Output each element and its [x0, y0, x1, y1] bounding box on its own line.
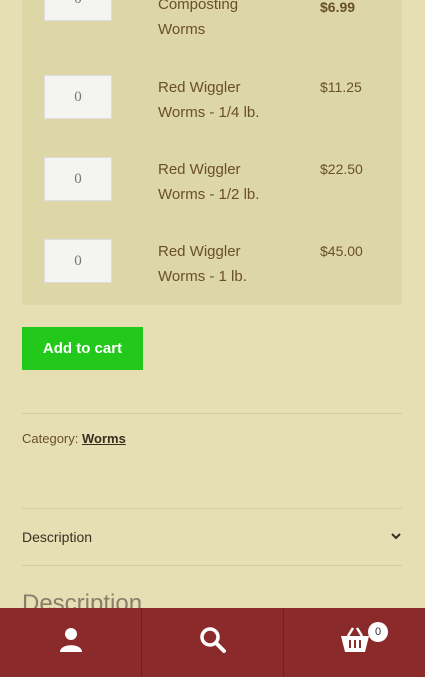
product-name[interactable]: Red Wiggler Worms - 1/2 lb. — [158, 157, 268, 207]
search-icon — [199, 626, 227, 659]
product-price: $22.50 — [320, 161, 363, 177]
category-link[interactable]: Worms — [82, 431, 126, 446]
product-name[interactable]: Red Wiggler Worms - 1/4 lb. — [158, 75, 268, 125]
product-price: $11.25 — [320, 79, 362, 95]
search-button[interactable] — [142, 608, 284, 677]
tab-label: Description — [22, 529, 93, 545]
divider — [22, 413, 402, 414]
basket-icon — [339, 626, 371, 659]
product-name[interactable]: Red Wiggler Worms - 1 lb. — [158, 239, 268, 289]
quantity-input[interactable]: 0 — [44, 0, 112, 21]
quantity-input[interactable]: 0 — [44, 239, 112, 283]
chevron-down-icon — [390, 529, 402, 545]
product-row: 0 Red Wiggler Worms - 1/4 lb. $11.25 — [22, 59, 402, 141]
product-row: 0 Red Wiggler Worms - 1 lb. $45.00 — [22, 223, 402, 305]
quantity-input[interactable]: 0 — [44, 157, 112, 201]
add-to-cart-button[interactable]: Add to cart — [22, 327, 143, 370]
product-name[interactable]: Composting Worms — [158, 0, 268, 42]
tab-description[interactable]: Description — [22, 508, 402, 566]
product-price: $45.00 — [320, 243, 363, 259]
account-button[interactable] — [0, 608, 142, 677]
user-icon — [58, 626, 84, 659]
product-row: 0 Red Wiggler Worms - 1/2 lb. $22.50 — [22, 141, 402, 223]
category-meta: Category: Worms — [22, 431, 126, 446]
product-price: $6.99 — [320, 0, 356, 15]
cart-count-badge: 0 — [368, 622, 388, 642]
cart-button[interactable]: 0 — [284, 608, 425, 677]
category-label: Category: — [22, 431, 79, 446]
quantity-input[interactable]: 0 — [44, 75, 112, 119]
bottom-nav: 0 — [0, 608, 425, 677]
product-row: 0 Composting Worms $6.99 — [22, 0, 402, 59]
